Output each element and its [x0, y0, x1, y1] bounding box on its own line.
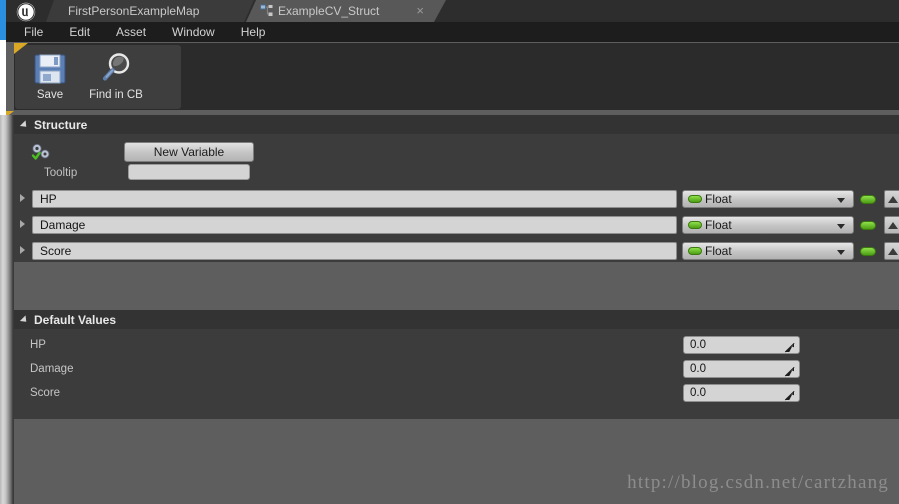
chevron-down-icon	[19, 314, 30, 325]
default-value-row: HP 0.0	[14, 334, 899, 358]
variable-name-field[interactable]: Damage	[32, 216, 677, 234]
close-icon[interactable]: ×	[416, 3, 424, 19]
default-value-label: HP	[30, 339, 46, 351]
save-button[interactable]: Save	[21, 49, 79, 107]
variable-row: Damage Float	[14, 214, 899, 236]
default-values-panel: HP 0.0 Damage 0.0 Score 0.0	[14, 329, 899, 419]
tab-label: ExampleCV_Struct	[278, 4, 380, 18]
variable-name-text: HP	[40, 192, 57, 206]
panel-gap	[14, 265, 899, 310]
spinner-drag-icon[interactable]	[784, 340, 795, 353]
structure-panel: New Variable Tooltip HP Float Damage Flo…	[14, 134, 899, 262]
variable-type-dropdown[interactable]: Float	[682, 216, 854, 234]
default-value-input[interactable]: 0.0	[683, 336, 800, 354]
default-value-row: Score 0.0	[14, 382, 899, 406]
default-value-label: Score	[30, 387, 61, 399]
move-up-button[interactable]	[884, 242, 899, 260]
pin-toggle-button[interactable]	[860, 221, 876, 230]
menu-item-help[interactable]: Help	[241, 25, 266, 39]
variable-row: Score Float	[14, 240, 899, 262]
default-value-text: 0.0	[690, 363, 706, 375]
menu-item-edit[interactable]: Edit	[69, 25, 90, 39]
floppy-disk-icon	[32, 49, 68, 89]
chevron-down-icon	[837, 198, 845, 203]
gear-check-icon	[30, 142, 52, 162]
variable-type-dropdown[interactable]: Float	[682, 190, 854, 208]
default-value-row: Damage 0.0	[14, 358, 899, 382]
magnifier-icon	[98, 49, 134, 89]
toolbar-panel: Save Find in CB	[14, 43, 899, 110]
unreal-logo-icon	[12, 1, 40, 22]
menu-item-window[interactable]: Window	[172, 25, 215, 39]
pin-type-icon	[688, 247, 702, 255]
chevron-right-icon[interactable]	[20, 194, 25, 202]
menu-bar: File Edit Asset Window Help	[6, 22, 899, 42]
find-in-cb-button-label: Find in CB	[89, 89, 143, 101]
pin-toggle-button[interactable]	[860, 195, 876, 204]
save-button-label: Save	[36, 89, 64, 101]
structure-section-title: Structure	[34, 117, 88, 132]
move-up-button[interactable]	[884, 190, 899, 208]
default-value-input[interactable]: 0.0	[683, 384, 800, 402]
menu-item-asset[interactable]: Asset	[116, 25, 146, 39]
menu-item-file[interactable]: File	[24, 25, 43, 39]
struct-icon	[260, 4, 274, 18]
tab-bar-empty-area	[446, 0, 899, 22]
find-in-cb-button[interactable]: Find in CB	[77, 49, 155, 107]
variable-type-text: Float	[705, 192, 732, 206]
chevron-right-icon[interactable]	[20, 246, 25, 254]
toolbar-button-group: Save Find in CB	[15, 45, 181, 109]
variable-name-field[interactable]: HP	[32, 190, 677, 208]
pin-toggle-button[interactable]	[860, 247, 876, 256]
chevron-down-icon	[837, 250, 845, 255]
left-edge-scrollstrip[interactable]	[0, 115, 14, 504]
move-up-button[interactable]	[884, 216, 899, 234]
variable-row: HP Float	[14, 188, 899, 210]
chevron-down-icon	[837, 224, 845, 229]
default-value-text: 0.0	[690, 387, 706, 399]
new-variable-button-label: New Variable	[153, 145, 225, 159]
empty-canvas-area: http://blog.csdn.net/cartzhang	[14, 419, 899, 504]
tab-label: FirstPersonExampleMap	[68, 4, 200, 18]
variable-name-field[interactable]: Score	[32, 242, 677, 260]
variable-type-text: Float	[705, 244, 732, 258]
left-accent-blue	[0, 0, 6, 40]
spinner-drag-icon[interactable]	[784, 364, 795, 377]
spinner-drag-icon[interactable]	[784, 388, 795, 401]
tooltip-label: Tooltip	[44, 167, 78, 179]
variable-type-dropdown[interactable]: Float	[682, 242, 854, 260]
unreal-editor-window: FirstPersonExampleMap ExampleCV_Struct ×…	[0, 0, 899, 504]
tab-example-cv-struct[interactable]: ExampleCV_Struct ×	[246, 0, 446, 22]
pin-type-icon	[688, 221, 702, 229]
watermark-text: http://blog.csdn.net/cartzhang	[627, 472, 889, 493]
variable-name-text: Score	[40, 244, 72, 258]
new-variable-button[interactable]: New Variable	[124, 142, 254, 162]
tab-first-person-example-map[interactable]: FirstPersonExampleMap	[46, 0, 254, 22]
tooltip-input[interactable]	[128, 164, 250, 180]
arrow-up-icon	[888, 221, 898, 229]
default-values-section-title: Default Values	[34, 312, 117, 327]
arrow-up-icon	[888, 247, 898, 255]
chevron-down-icon	[19, 119, 30, 130]
default-value-text: 0.0	[690, 339, 706, 351]
variable-type-text: Float	[705, 218, 732, 232]
pin-type-icon	[688, 195, 702, 203]
arrow-up-icon	[888, 195, 898, 203]
chevron-right-icon[interactable]	[20, 220, 25, 228]
structure-section-header[interactable]: Structure	[0, 111, 899, 134]
default-values-section-header[interactable]: Default Values	[14, 310, 899, 329]
title-bar: FirstPersonExampleMap ExampleCV_Struct ×	[0, 0, 899, 22]
variable-name-text: Damage	[40, 218, 86, 232]
default-value-label: Damage	[30, 363, 74, 375]
default-value-input[interactable]: 0.0	[683, 360, 800, 378]
left-accent-white	[0, 40, 6, 115]
